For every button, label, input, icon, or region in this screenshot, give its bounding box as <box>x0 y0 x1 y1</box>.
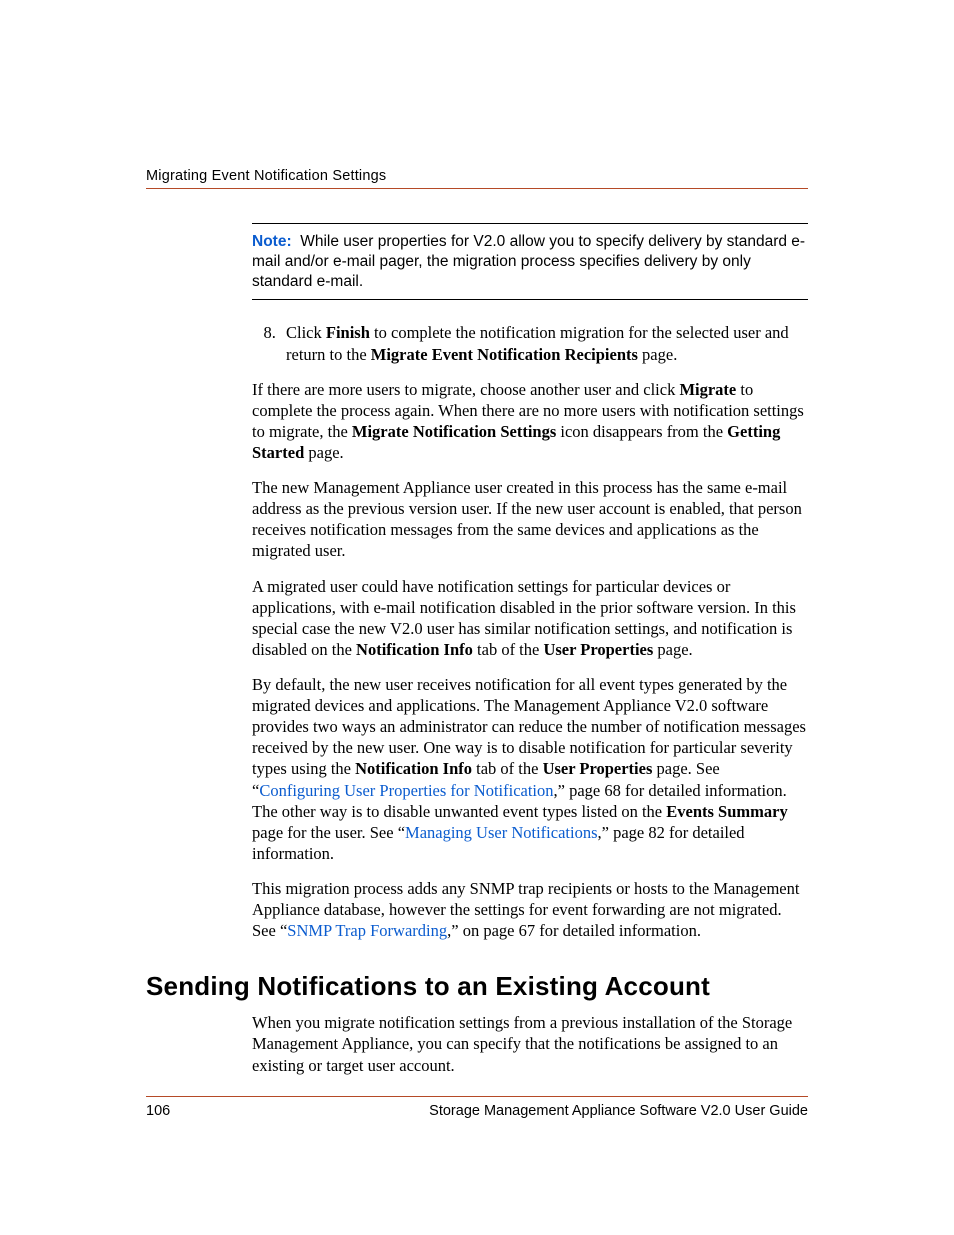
step-8-bold-page: Migrate Event Notification Recipients <box>371 345 638 364</box>
note-block: Note: While user properties for V2.0 all… <box>252 224 808 299</box>
step-8-bold-finish: Finish <box>326 323 370 342</box>
header-rule <box>146 188 808 189</box>
paragraph-migrate-more: If there are more users to migrate, choo… <box>252 379 808 463</box>
paragraph-sending-intro: When you migrate notification settings f… <box>252 1012 808 1075</box>
step-list: Click Finish to complete the notificatio… <box>252 322 808 364</box>
link-managing-user-notifications[interactable]: Managing User Notifications <box>405 823 597 842</box>
page-footer: 106 Storage Management Appliance Softwar… <box>146 1096 808 1119</box>
note-rule-bottom <box>252 299 808 300</box>
paragraph-new-user-email: The new Management Appliance user create… <box>252 477 808 561</box>
section-body: When you migrate notification settings f… <box>252 1012 808 1075</box>
step-8-pre: Click <box>286 323 326 342</box>
note-text-body: While user properties for V2.0 allow you… <box>252 233 805 290</box>
page: Migrating Event Notification Settings No… <box>0 0 954 1235</box>
note-label: Note: <box>252 233 292 250</box>
link-configuring-user-properties[interactable]: Configuring User Properties for Notifica… <box>259 781 553 800</box>
link-snmp-trap-forwarding[interactable]: SNMP Trap Forwarding <box>287 921 447 940</box>
footer-doc-title: Storage Management Appliance Software V2… <box>429 1103 808 1119</box>
section-heading-sending-notifications: Sending Notifications to an Existing Acc… <box>146 971 808 1002</box>
paragraph-snmp-trap: This migration process adds any SNMP tra… <box>252 878 808 941</box>
step-8-post: page. <box>638 345 677 364</box>
step-8: Click Finish to complete the notificatio… <box>280 322 808 364</box>
page-number: 106 <box>146 1103 170 1119</box>
paragraph-default-notification: By default, the new user receives notifi… <box>252 674 808 864</box>
paragraph-migrated-disabled: A migrated user could have notification … <box>252 576 808 660</box>
footer-rule <box>146 1096 808 1097</box>
running-header: Migrating Event Notification Settings <box>146 168 808 184</box>
body-content: Note: While user properties for V2.0 all… <box>252 223 808 941</box>
